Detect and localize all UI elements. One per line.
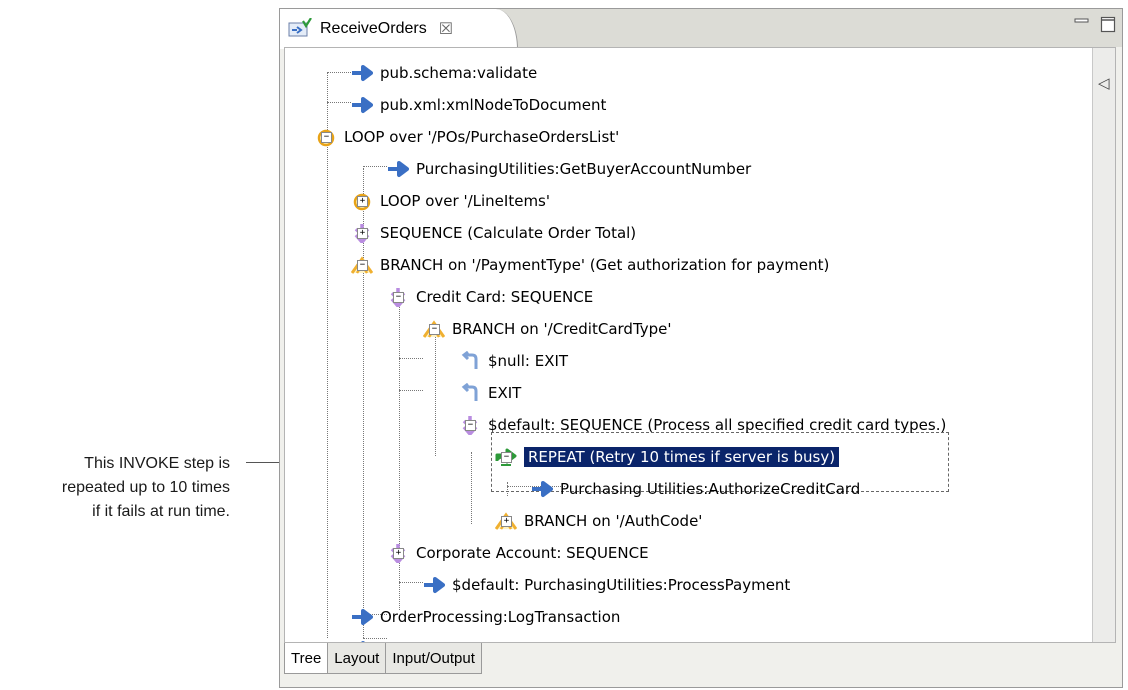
tree-row-label: BRANCH on '/CreditCardType' [452,320,672,338]
tree-row[interactable]: LOOP over '/LineItems' [351,186,550,216]
editor-tabstrip: ReceiveOrders ☒ [280,9,1122,49]
tree-row[interactable]: Credit Card: SEQUENCE [387,282,593,312]
editor-panel: ReceiveOrders ☒ pub.schema:validate pub.… [279,8,1123,688]
callout-line-1: This INVOKE step is [84,455,230,472]
tree-row-label: pub.xml:xmlNodeToDocument [380,96,607,114]
bottom-tab-bar: Tree Layout Input/Output [284,643,482,675]
tree-row-label: pub.schema:validate [380,64,538,82]
vertical-scrollbar[interactable]: ◁ [1092,48,1115,642]
tree-row[interactable]: EXIT [459,378,521,408]
collapse-panel-icon[interactable]: ◁ [1098,74,1110,92]
expand-icon[interactable]: + [357,196,368,207]
collapse-icon[interactable]: − [357,260,368,271]
tab-input-output[interactable]: Input/Output [385,643,482,674]
collapse-icon[interactable]: − [501,452,512,463]
callout-line-3: if it fails at run time. [92,503,230,520]
expand-icon[interactable]: + [393,548,404,559]
tree-row-label: LOOP over '/LineItems' [380,192,550,210]
tree-view[interactable]: pub.schema:validate pub.xml:xmlNodeToDocu… [284,47,1116,643]
tree-row-label: $default: SEQUENCE (Process all specifie… [488,416,947,434]
expand-icon[interactable]: + [357,228,368,239]
collapse-icon[interactable]: − [465,420,476,431]
invoke-arrow-icon [351,95,373,115]
invoke-arrow-icon [423,575,445,595]
tab-receive-orders[interactable]: ReceiveOrders ☒ [280,9,518,49]
tree-row-label: PurchasingUtilities:GetBuyerAccountNumbe… [416,160,752,178]
tree-row-label: Credit Card: SEQUENCE [416,288,594,306]
callout-annotation: This INVOKE step is repeated up to 10 ti… [8,452,230,524]
tree-row-label: EXIT [488,384,522,402]
tree-row-label: BRANCH on '/AuthCode' [524,512,703,530]
tree-row[interactable]: SEQUENCE (Calculate Order Total) [351,218,636,248]
tree-row-label: LOOP over '/POs/PurchaseOrdersList' [344,128,620,146]
tree-row[interactable]: BRANCH on '/AuthCode' [494,506,703,536]
tree-row-label: OrderProcessing:LogTransaction [380,608,621,626]
tab-tree[interactable]: Tree [284,643,329,674]
collapse-icon[interactable]: − [321,132,332,143]
invoke-arrow-icon [387,159,409,179]
tree-row-label: $null: EXIT [488,352,569,370]
invoke-arrow-icon [531,479,553,499]
expand-icon[interactable]: + [501,516,512,527]
tree-row[interactable]: Corporate Account: SEQUENCE [387,538,649,568]
tab-layout[interactable]: Layout [327,643,387,674]
tree-row[interactable]: pub.schema:validate [351,58,537,88]
flow-service-icon [288,18,312,37]
tree-row-label: SEQUENCE (Calculate Order Total) [380,224,637,242]
tree-row[interactable]: BRANCH on '/CreditCardType' [422,314,672,344]
tree-row[interactable]: $default: PurchasingUtilities:ProcessPay… [423,570,790,600]
exit-icon [459,350,481,371]
maximize-icon[interactable] [1100,15,1116,33]
tree-row[interactable]: OrderProcessing:LogTransaction [351,602,620,632]
tree-row-label: Corporate Account: SEQUENCE [416,544,649,562]
invoke-arrow-icon [351,607,373,627]
tree-row-label: BRANCH on '/PaymentType' (Get authorizat… [380,256,830,274]
tree-row[interactable]: pub.xml:xmlNodeToDocument [351,90,606,120]
tab-title: ReceiveOrders [320,20,427,37]
tree-row[interactable]: PurchasingUtilities:GetBuyerAccountNumbe… [387,154,751,184]
callout-line-2: repeated up to 10 times [61,479,230,496]
invoke-arrow-icon [351,63,373,83]
exit-icon [459,382,481,403]
tree-row[interactable]: REPEAT (Retry 10 times if server is busy… [495,442,840,472]
tab-close-icon[interactable]: ☒ [439,19,453,39]
tree-row[interactable]: OrderProcessing:PostOrder [351,634,582,642]
tree-row-label: REPEAT (Retry 10 times if server is busy… [524,447,840,467]
tree-row[interactable]: $null: EXIT [459,346,568,376]
tree-row[interactable]: LOOP over '/POs/PurchaseOrdersList' [315,122,619,152]
collapse-icon[interactable]: − [393,292,404,303]
collapse-icon[interactable]: − [429,324,440,335]
tree-row-label: $default: PurchasingUtilities:ProcessPay… [452,576,791,594]
tree-row[interactable]: BRANCH on '/PaymentType' (Get authorizat… [350,250,830,280]
minimize-icon[interactable] [1074,15,1090,33]
tree-row[interactable]: Purchasing Utilities:AuthorizeCreditCard [531,474,860,504]
tree-row[interactable]: $default: SEQUENCE (Process all specifie… [459,410,946,440]
tree-row-label: Purchasing Utilities:AuthorizeCreditCard [560,480,861,498]
